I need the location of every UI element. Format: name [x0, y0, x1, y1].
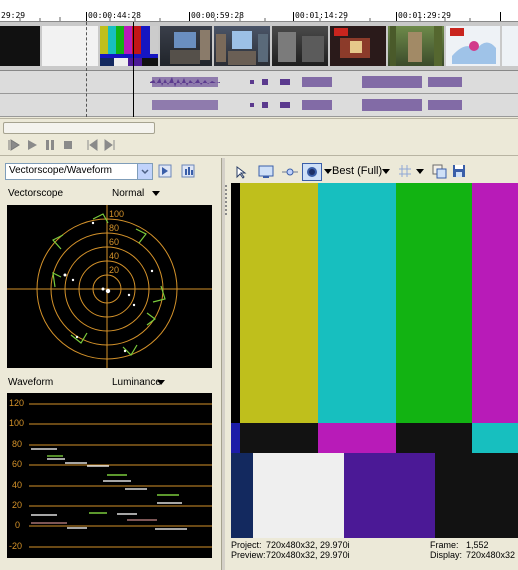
clip-thumbnail[interactable]	[214, 26, 270, 66]
chevron-down-icon[interactable]	[416, 169, 424, 175]
save-snapshot-icon[interactable]	[452, 164, 466, 178]
waveform-scale-label: 80	[12, 439, 23, 449]
color-bars-image	[231, 183, 518, 538]
stop-icon[interactable]	[60, 137, 76, 153]
waveform-scale-label: 40	[12, 480, 23, 490]
next-frame-icon[interactable]	[102, 137, 118, 153]
preview-label: Preview:	[231, 550, 266, 560]
update-scope-icon[interactable]	[158, 164, 172, 178]
preview-toolbar: Best (Full)	[226, 161, 516, 183]
video-preview-frame	[231, 183, 518, 538]
vectorscope-scale-label: 20	[109, 265, 120, 275]
timeline-scrollbar-thumb[interactable]	[3, 122, 155, 134]
project-label: Project:	[231, 540, 262, 550]
pause-icon[interactable]	[42, 137, 58, 153]
playhead-cursor[interactable]	[133, 22, 134, 117]
clip-thumbnail[interactable]	[330, 26, 386, 66]
vectorscope-scale-label: 40	[109, 251, 120, 261]
waveform-scale-label: 60	[12, 459, 23, 469]
overlay-button[interactable]	[302, 163, 322, 181]
project-value: 720x480x32, 29.970i	[266, 540, 350, 550]
panel-splitter[interactable]	[221, 158, 225, 570]
clip-thumbnail[interactable]	[0, 26, 40, 66]
audio-waveform	[152, 99, 462, 111]
clip-thumbnail-color-bars[interactable]	[100, 26, 158, 66]
waveform-graticule	[29, 403, 212, 548]
frame-value: 1,552	[466, 540, 489, 550]
video-track[interactable]	[0, 22, 518, 71]
play-icon[interactable]	[24, 137, 40, 153]
chevron-down-icon[interactable]	[324, 169, 332, 175]
waveform-scale-label: -20	[9, 541, 23, 551]
waveform-mode-dropdown[interactable]: Luminance	[112, 377, 161, 388]
waveform-scale-label: 100	[9, 418, 25, 428]
timeline-ruler[interactable]: 29:29 00:00:44:28 00:00:59:28 00:01:14:2…	[0, 0, 518, 23]
chevron-down-icon[interactable]	[137, 164, 152, 179]
transport-bar	[0, 135, 518, 156]
preview-quality-dropdown[interactable]: Best (Full)	[332, 165, 382, 177]
waveform-scale-label: 120	[9, 398, 25, 408]
display-value: 720x480x32	[466, 550, 516, 560]
preview-value: 720x480x32, 29.970i	[266, 550, 350, 560]
split-screen-icon[interactable]	[282, 165, 298, 179]
grid-icon[interactable]	[398, 164, 412, 178]
play-from-start-icon[interactable]	[6, 137, 22, 153]
clip-thumbnail[interactable]	[272, 26, 328, 66]
region-marker	[86, 22, 87, 117]
waveform-scale-label: 20	[12, 500, 23, 510]
chevron-down-icon[interactable]	[152, 191, 160, 197]
clip-thumbnail[interactable]	[388, 26, 444, 66]
chevron-down-icon[interactable]	[382, 169, 390, 175]
waveform-scale-label: 0	[15, 520, 21, 530]
vectorscope-scale-label: 80	[109, 223, 120, 233]
monitor-icon[interactable]	[258, 165, 274, 179]
copy-snapshot-icon[interactable]	[432, 164, 448, 180]
vectorscope-display: 100 80 60 40 20	[7, 205, 212, 368]
clip-thumbnail[interactable]	[160, 26, 212, 66]
audio-waveform	[150, 76, 462, 88]
waveform-label: Waveform	[8, 377, 54, 388]
previous-frame-icon[interactable]	[84, 137, 100, 153]
clip-thumbnail[interactable]	[42, 26, 98, 66]
frame-label: Frame:	[430, 540, 459, 550]
cursor-icon[interactable]	[234, 165, 248, 179]
scope-settings-icon[interactable]	[181, 164, 195, 178]
clip-thumbnail[interactable]	[446, 26, 500, 66]
vectorscope-mode-dropdown[interactable]: Normal	[112, 188, 144, 199]
audio-track[interactable]	[0, 94, 518, 117]
chevron-down-icon[interactable]	[157, 380, 165, 386]
vectorscope-label: Vectorscope	[8, 188, 64, 199]
vectorscope-scale-label: 60	[109, 237, 120, 247]
waveform-display: 120 100 80 60 40 20 0 -20	[7, 393, 212, 558]
scope-type-value: Vectorscope/Waveform	[9, 165, 113, 176]
clip-thumbnail[interactable]	[502, 26, 518, 66]
timeline-scroll-area	[0, 118, 518, 135]
display-label: Display:	[430, 550, 463, 560]
scope-type-select[interactable]: Vectorscope/Waveform	[5, 163, 153, 180]
audio-track[interactable]	[0, 71, 518, 94]
vectorscope-scale-label: 100	[109, 209, 125, 219]
